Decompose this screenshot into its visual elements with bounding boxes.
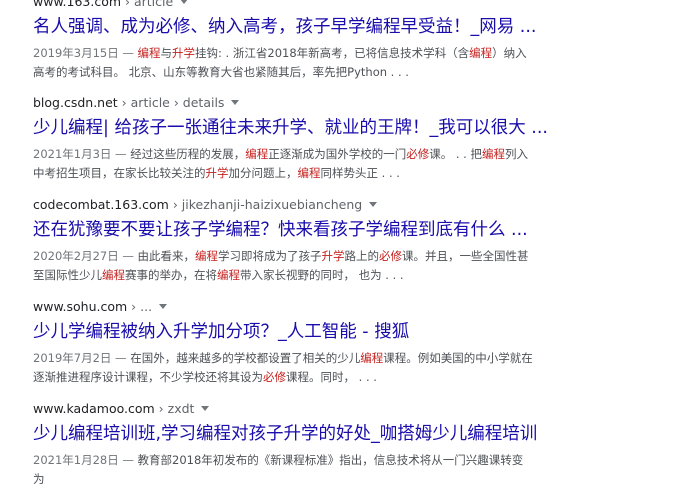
result-url[interactable]: codecombat.163.com › jikezhanji-haizixue… — [33, 197, 693, 213]
result-url[interactable]: www.sohu.com › ... — [33, 299, 693, 315]
snippet-text: 路上的 — [344, 249, 380, 263]
snippet-keyword: 编程 — [137, 46, 161, 60]
result-date: 2021年1月3日 — — [33, 147, 131, 161]
snippet-text: 学习即将成为了孩子 — [218, 249, 322, 263]
result-snippet: 2020年2月27日 — 由此看来，编程学习即将成为了孩子升学路上的必修课。并且… — [33, 247, 533, 285]
caret-down-icon[interactable] — [159, 304, 168, 309]
snippet-keyword: 编程 — [469, 46, 493, 60]
snippet-keyword: 编程 — [245, 147, 269, 161]
result-path: › article — [121, 0, 174, 9]
result-date: 2019年7月2日 — — [33, 351, 131, 365]
result-snippet: 2019年7月2日 — 在国外，越来越多的学校都设置了相关的少儿编程课程。例如美… — [33, 349, 533, 387]
snippet-keyword: 编程 — [217, 268, 240, 282]
snippet-text: 同样势头正 . . . — [320, 166, 400, 180]
snippet-keyword: 升学 — [172, 46, 196, 60]
snippet-text: 经过这些历程的发展， — [130, 147, 246, 161]
snippet-keyword: 升学 — [205, 166, 229, 180]
result-title-link[interactable]: 少儿学编程被纳入升学加分项？_人工智能 - 搜狐 — [33, 321, 693, 344]
result-url[interactable]: blog.csdn.net › article › details — [33, 95, 693, 111]
result-date: 2019年3月15日 — — [33, 46, 138, 60]
snippet-text: 赛事的举办，在将 — [125, 268, 217, 282]
snippet-text: 加分问题上， — [228, 166, 298, 180]
snippet-keyword: 编程 — [195, 249, 219, 263]
search-result: codecombat.163.com › jikezhanji-haizixue… — [33, 197, 693, 285]
result-site: www.sohu.com — [33, 299, 128, 314]
snippet-keyword: 编程 — [102, 268, 125, 282]
result-title-link[interactable]: 少儿编程培训班,学习编程对孩子升学的好处_咖搭姆少儿编程培训 — [33, 423, 693, 446]
result-path: › article › details — [117, 95, 225, 110]
snippet-text: 挂钩: . 浙江省2018年新高考，已将信息技术学科（含 — [195, 46, 470, 60]
result-path: › zxdt — [154, 401, 195, 416]
snippet-text: 在国外，越来越多的学校都设置了相关的少儿 — [130, 351, 361, 365]
snippet-text: 课程。同时， . . . — [286, 370, 377, 384]
snippet-keyword: 必修 — [379, 249, 403, 263]
search-result: www.sohu.com › ... 少儿学编程被纳入升学加分项？_人工智能 -… — [33, 299, 693, 387]
result-title-link[interactable]: 少儿编程| 给孩子一张通往未来升学、就业的王牌！_我可以很大 ... — [33, 117, 693, 140]
snippet-keyword: 升学 — [321, 249, 345, 263]
caret-down-icon[interactable] — [231, 100, 240, 105]
snippet-text: 由此看来， — [137, 249, 196, 263]
caret-down-icon[interactable] — [180, 0, 189, 4]
result-url[interactable]: www.kadamoo.com › zxdt — [33, 401, 693, 417]
result-path: › jikezhanji-haizixuebiancheng — [168, 197, 363, 212]
snippet-keyword: 必修 — [263, 370, 286, 384]
snippet-keyword: 必修 — [406, 147, 430, 161]
search-result: www.163.com › article 名人强调、成为必修、纳入高考，孩子早… — [33, 0, 693, 82]
snippet-keyword: 编程 — [482, 147, 505, 161]
snippet-text: 课。 . . 把 — [429, 147, 482, 161]
result-snippet: 2021年1月3日 — 经过这些历程的发展，编程正逐渐成为国外学校的一门必修课。… — [33, 145, 533, 183]
result-path: › ... — [127, 299, 153, 314]
snippet-keyword: 编程 — [297, 166, 321, 180]
result-date: 2020年2月27日 — — [33, 249, 138, 263]
result-title-link[interactable]: 名人强调、成为必修、纳入高考，孩子早学编程早受益！_网易 ... — [33, 16, 693, 39]
snippet-text: 带入家长视野的同时， 也为 . . . — [240, 268, 404, 282]
result-site: codecombat.163.com — [33, 197, 169, 212]
snippet-text: 正逐渐成为国外学校的一门 — [268, 147, 407, 161]
search-result: blog.csdn.net › article › details 少儿编程| … — [33, 95, 693, 183]
result-date: 2021年1月28日 — — [33, 453, 138, 467]
result-url[interactable]: www.163.com › article — [33, 0, 693, 10]
caret-down-icon[interactable] — [369, 202, 378, 207]
caret-down-icon[interactable] — [201, 406, 210, 411]
search-result: www.kadamoo.com › zxdt 少儿编程培训班,学习编程对孩子升学… — [33, 401, 693, 489]
result-title-link[interactable]: 还在犹豫要不要让孩子学编程？快来看孩子学编程到底有什么 ... — [33, 219, 693, 242]
result-site: www.kadamoo.com — [33, 401, 155, 416]
result-snippet: 2019年3月15日 — 编程与升学挂钩: . 浙江省2018年新高考，已将信息… — [33, 44, 533, 82]
snippet-keyword: 编程 — [360, 351, 384, 365]
result-site: blog.csdn.net — [33, 95, 118, 110]
result-site: www.163.com — [33, 0, 122, 9]
snippet-text: 与 — [160, 46, 173, 60]
result-snippet: 2021年1月28日 — 教育部2018年初发布的《新课程标准》指出，信息技术将… — [33, 451, 533, 489]
